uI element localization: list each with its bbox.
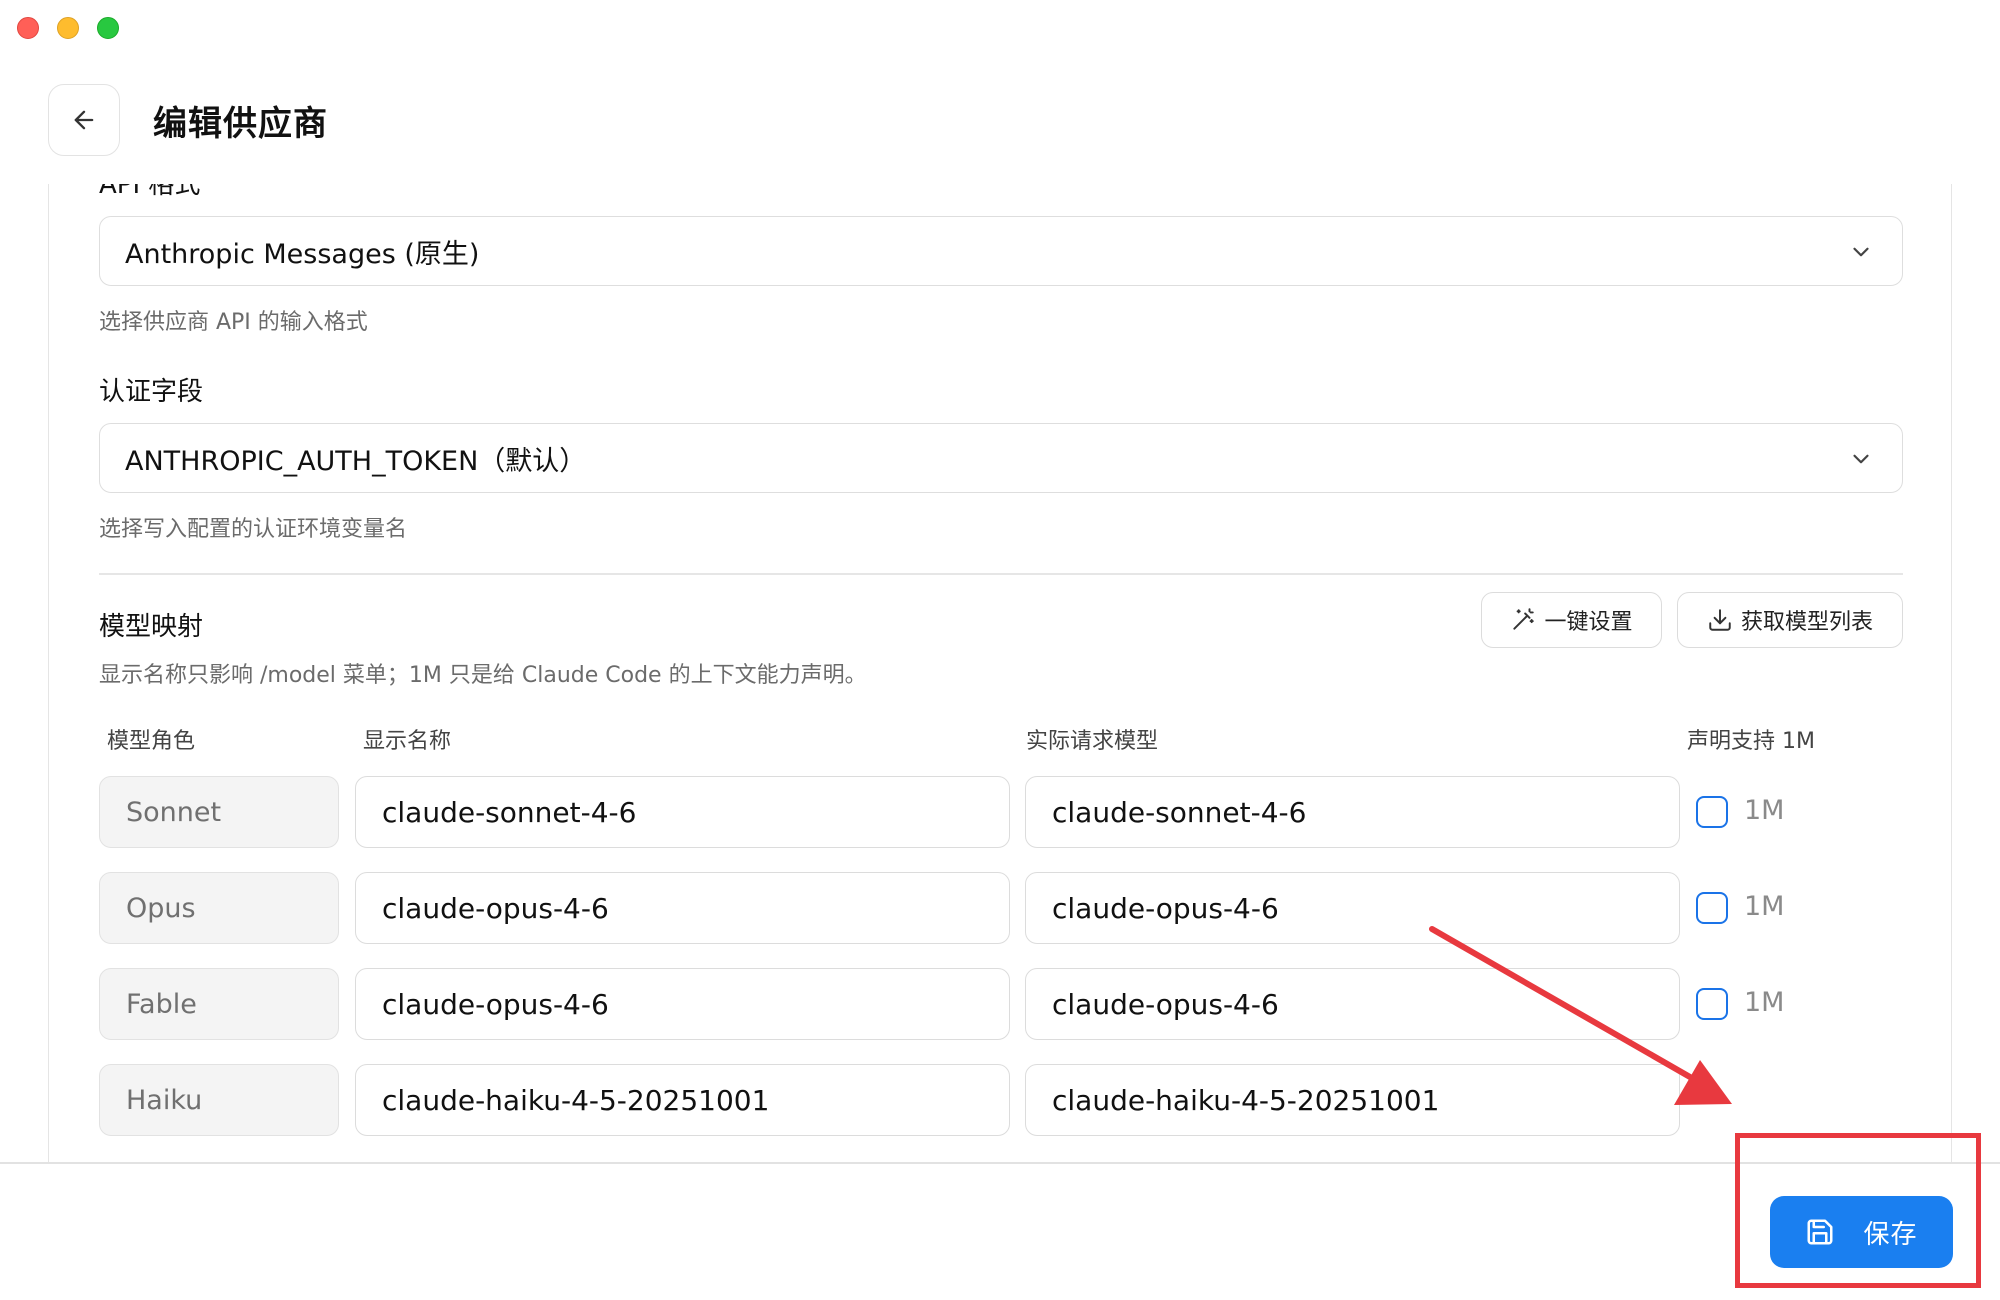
app-window: 编辑供应商 API 格式 Anthropic Messages (原生) 选择供… — [0, 0, 2000, 1300]
display-name-input-opus[interactable]: claude-opus-4-6 — [355, 872, 1010, 944]
form-scroll-panel[interactable]: API 格式 Anthropic Messages (原生) 选择供应商 API… — [48, 184, 1952, 1162]
column-header-display-name: 显示名称 — [363, 729, 452, 754]
display-name-input-sonnet[interactable]: claude-sonnet-4-6 — [355, 776, 1010, 848]
column-header-support-1m: 声明支持 1M — [1687, 729, 1815, 754]
minimize-window-button[interactable] — [57, 17, 79, 39]
role-sonnet: Sonnet — [99, 776, 339, 848]
request-model-input-fable[interactable]: claude-opus-4-6 — [1025, 968, 1680, 1040]
support-1m-label: 1M — [1744, 987, 1785, 1018]
fetch-models-label: 获取模型列表 — [1740, 610, 1873, 635]
annotation-highlight-box — [1735, 1133, 1981, 1288]
magic-wand-icon — [1513, 608, 1535, 630]
auth-field-label: 认证字段 — [99, 377, 204, 407]
download-icon — [1709, 609, 1731, 631]
chevron-down-icon — [1853, 247, 1869, 257]
support-1m-label: 1M — [1744, 891, 1785, 922]
fetch-models-button[interactable]: 获取模型列表 — [1677, 592, 1903, 648]
auth-field-value: ANTHROPIC_AUTH_TOKEN（默认） — [125, 445, 587, 477]
auth-field-select[interactable]: ANTHROPIC_AUTH_TOKEN（默认） — [99, 423, 1903, 493]
support-1m-checkbox-fable[interactable] — [1696, 988, 1728, 1020]
role-fable: Fable — [99, 968, 339, 1040]
quick-setup-label: 一键设置 — [1544, 610, 1633, 635]
request-model-input-opus[interactable]: claude-opus-4-6 — [1025, 872, 1680, 944]
footer-divider — [0, 1162, 2000, 1164]
close-window-button[interactable] — [17, 17, 39, 39]
support-1m-checkbox-sonnet[interactable] — [1696, 796, 1728, 828]
column-header-request-model: 实际请求模型 — [1026, 729, 1159, 754]
api-format-hint: 选择供应商 API 的输入格式 — [99, 310, 368, 335]
api-format-label: API 格式 — [99, 184, 201, 200]
support-1m-label: 1M — [1744, 795, 1785, 826]
column-header-role: 模型角色 — [107, 729, 196, 754]
request-model-input-sonnet[interactable]: claude-sonnet-4-6 — [1025, 776, 1680, 848]
display-name-input-haiku[interactable]: claude-haiku-4-5-20251001 — [355, 1064, 1010, 1136]
chevron-down-icon — [1853, 454, 1869, 464]
model-mapping-hint: 显示名称只影响 /model 菜单；1M 只是给 Claude Code 的上下… — [99, 663, 867, 688]
model-mapping-label: 模型映射 — [99, 612, 204, 642]
role-haiku: Haiku — [99, 1064, 339, 1136]
request-model-input-haiku[interactable]: claude-haiku-4-5-20251001 — [1025, 1064, 1680, 1136]
api-format-select[interactable]: Anthropic Messages (原生) — [99, 216, 1903, 286]
display-name-input-fable[interactable]: claude-opus-4-6 — [355, 968, 1010, 1040]
arrow-left-icon — [74, 110, 94, 130]
section-divider — [99, 573, 1903, 575]
zoom-window-button[interactable] — [97, 17, 119, 39]
api-format-value: Anthropic Messages (原生) — [125, 238, 480, 270]
back-button[interactable] — [48, 84, 120, 156]
quick-setup-button[interactable]: 一键设置 — [1481, 592, 1662, 648]
auth-field-hint: 选择写入配置的认证环境变量名 — [99, 517, 408, 542]
support-1m-checkbox-opus[interactable] — [1696, 892, 1728, 924]
role-opus: Opus — [99, 872, 339, 944]
page-title: 编辑供应商 — [153, 104, 328, 144]
